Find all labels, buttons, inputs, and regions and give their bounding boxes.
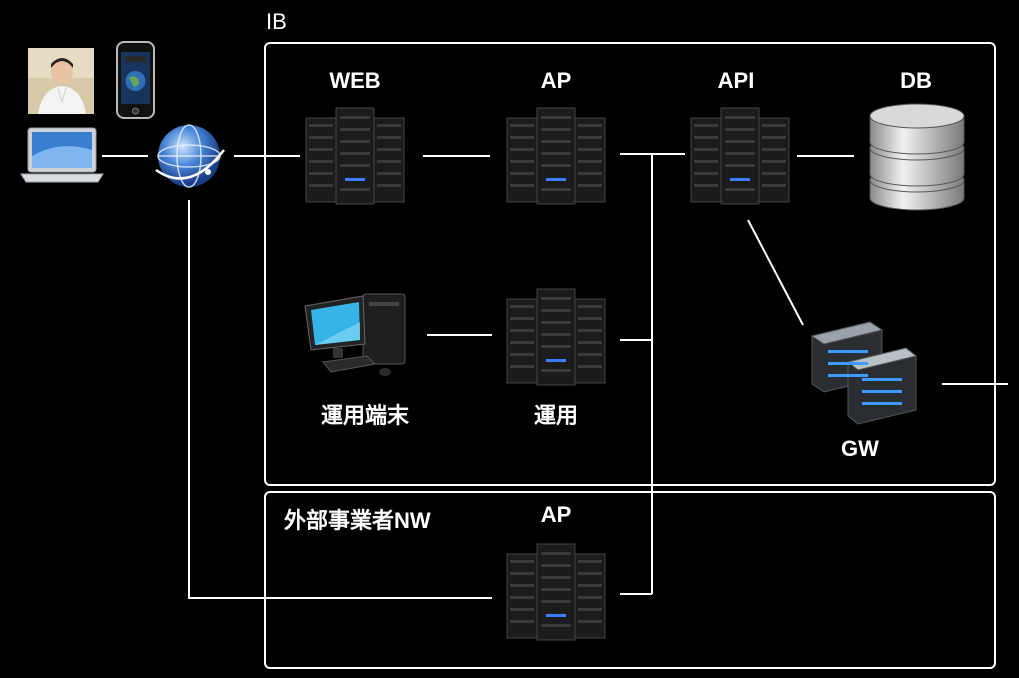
ap-server-icon bbox=[506, 106, 606, 206]
network-diagram: IB 外部事業者NW WEB AP API DB 運用端末 運用 GW AP bbox=[0, 0, 1019, 678]
external-ap-server-icon bbox=[506, 542, 606, 642]
desktop-pc-icon bbox=[303, 292, 409, 382]
external-ap-label: AP bbox=[540, 502, 572, 527]
web-label: WEB bbox=[329, 68, 381, 93]
web-server-icon bbox=[305, 106, 405, 206]
smartphone-icon bbox=[116, 41, 155, 119]
ops-server-icon bbox=[506, 287, 606, 387]
api-label: API bbox=[717, 68, 755, 93]
server-rack-icon bbox=[690, 107, 790, 205]
db-label: DB bbox=[900, 68, 932, 93]
server-rack-icon bbox=[305, 107, 405, 205]
globe-icon bbox=[150, 120, 228, 192]
ops-server-label: 運用 bbox=[533, 403, 578, 428]
line-api-gw bbox=[747, 219, 804, 326]
server-rack-icon bbox=[506, 288, 606, 386]
api-server-icon bbox=[690, 106, 790, 206]
gw-label: GW bbox=[841, 436, 879, 461]
person-photo-icon bbox=[28, 48, 94, 114]
ops-terminal-label: 運用端末 bbox=[320, 403, 409, 428]
ap-label: AP bbox=[540, 68, 572, 93]
database-icon bbox=[868, 100, 966, 212]
server-rack-icon bbox=[506, 543, 606, 641]
server-rack-icon bbox=[506, 107, 606, 205]
laptop-icon bbox=[20, 126, 104, 184]
gateway-server-icon bbox=[810, 318, 918, 426]
